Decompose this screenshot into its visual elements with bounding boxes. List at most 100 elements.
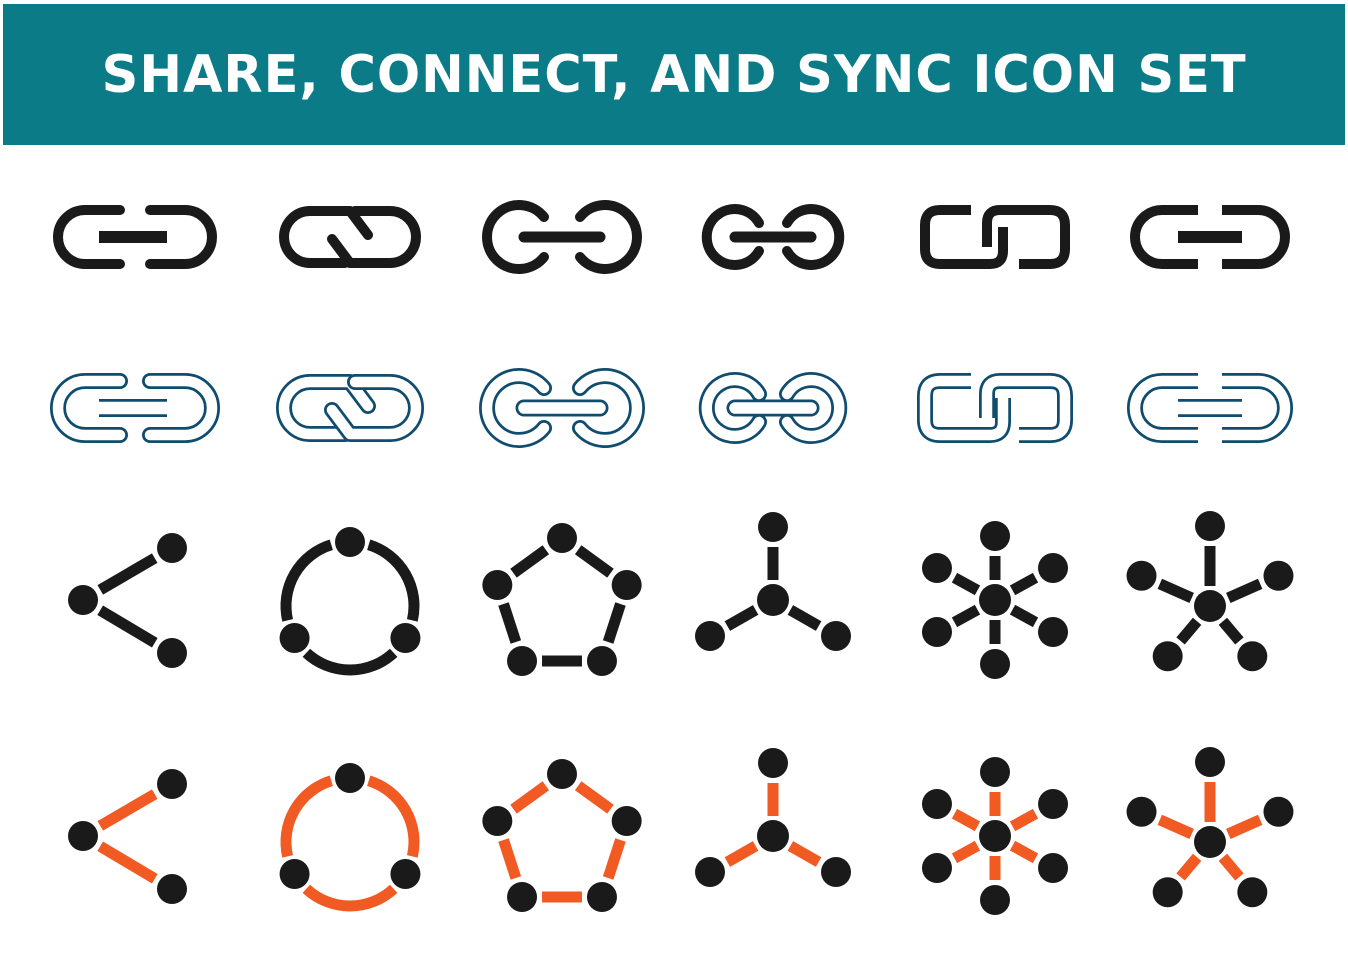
network-node xyxy=(390,623,421,653)
network-edge xyxy=(97,841,158,884)
three-node-cycle-icon-graphic xyxy=(279,763,421,912)
network-node xyxy=(335,763,365,793)
network-node xyxy=(695,857,725,887)
network-node xyxy=(757,820,789,852)
network-edge xyxy=(602,602,626,644)
link-square-interlock-outline-icon-graphic xyxy=(917,373,1073,443)
network-edge xyxy=(724,605,759,631)
network-edge xyxy=(1176,853,1202,881)
network-edge xyxy=(1157,814,1194,839)
network-node xyxy=(1263,560,1294,591)
banner-title: SHARE, CONNECT, AND SYNC ICON SET xyxy=(101,44,1247,105)
network-node xyxy=(1152,877,1183,908)
network-node xyxy=(547,523,577,553)
network-edge xyxy=(1226,578,1263,603)
link-round-bar-outline-icon-graphic xyxy=(479,368,645,448)
network-edge xyxy=(498,838,522,880)
network-node xyxy=(821,621,851,651)
link-bar-icon-graphic xyxy=(53,205,217,269)
network-edge xyxy=(1226,814,1263,839)
network-node xyxy=(547,759,577,789)
network-node xyxy=(979,584,1011,616)
network-node xyxy=(921,617,952,647)
link-square-bar-icon xyxy=(1120,152,1300,322)
network-node xyxy=(921,553,952,583)
network-node xyxy=(68,821,98,851)
network-node xyxy=(1194,826,1226,858)
pentagon-network-icon-graphic xyxy=(482,523,642,677)
link-circle-bar-icon-graphic xyxy=(701,204,845,270)
network-node xyxy=(758,748,788,778)
network-edge xyxy=(302,648,398,676)
network-edge xyxy=(1218,853,1244,881)
network-edge xyxy=(787,605,822,631)
network-edge xyxy=(366,539,420,622)
network-node xyxy=(1194,590,1226,622)
network-node xyxy=(482,569,513,600)
network-edge xyxy=(951,572,981,596)
network-node xyxy=(921,853,952,883)
link-square-interlock-icon-graphic xyxy=(920,205,1070,269)
network-edge xyxy=(510,545,550,578)
network-node xyxy=(68,585,98,615)
network-edge xyxy=(1218,617,1244,645)
six-branch-hub-icon xyxy=(905,751,1085,921)
network-edge xyxy=(97,789,158,831)
share-icon xyxy=(45,751,225,921)
network-node xyxy=(1195,511,1225,541)
six-branch-hub-icon-graphic xyxy=(921,521,1069,679)
share-icon-graphic xyxy=(68,769,187,904)
six-branch-hub-icon-graphic xyxy=(921,757,1069,915)
link-twisted-icon xyxy=(260,152,440,322)
network-node xyxy=(1195,747,1225,777)
network-node xyxy=(157,533,187,563)
share-icon-graphic xyxy=(68,533,187,668)
network-edge xyxy=(1176,617,1202,645)
network-node xyxy=(921,789,952,819)
network-edge xyxy=(724,841,759,867)
network-node xyxy=(1126,796,1157,827)
network-node xyxy=(979,820,1011,852)
network-node xyxy=(1237,641,1268,672)
network-node xyxy=(695,621,725,651)
network-edge xyxy=(97,553,158,595)
network-edge xyxy=(1009,604,1039,628)
network-edge xyxy=(1009,572,1039,596)
link-circle-bar-outline-icon xyxy=(683,323,863,493)
network-node xyxy=(507,882,538,913)
network-edge xyxy=(280,539,334,622)
network-node xyxy=(1237,877,1268,908)
link-bar-outline-icon xyxy=(45,323,225,493)
three-branch-hub-icon xyxy=(683,748,863,921)
network-node xyxy=(335,527,365,557)
title-banner: SHARE, CONNECT, AND SYNC ICON SET xyxy=(3,4,1345,145)
network-node xyxy=(1126,560,1157,591)
three-branch-hub-icon-graphic xyxy=(695,512,851,651)
network-edge xyxy=(951,808,981,832)
network-edge xyxy=(302,884,398,912)
network-edge xyxy=(951,840,981,864)
three-branch-hub-icon xyxy=(683,512,863,685)
network-edge xyxy=(602,838,626,880)
three-node-cycle-icon xyxy=(260,751,440,921)
network-edge xyxy=(787,841,822,867)
network-node xyxy=(980,757,1010,787)
link-circle-bar-icon xyxy=(683,152,863,322)
link-round-bar-icon-graphic xyxy=(482,200,642,274)
link-bar-icon xyxy=(45,152,225,322)
five-branch-hub-icon-graphic xyxy=(1126,511,1294,672)
network-node xyxy=(482,805,513,836)
three-branch-hub-icon-graphic xyxy=(695,748,851,887)
network-node xyxy=(821,857,851,887)
link-twisted-outline-icon xyxy=(260,323,440,493)
link-round-bar-outline-icon xyxy=(472,323,652,493)
three-node-cycle-icon-graphic xyxy=(279,527,421,676)
network-edge xyxy=(574,781,614,814)
pentagon-network-icon-graphic xyxy=(482,759,642,913)
network-node xyxy=(586,646,617,677)
link-square-interlock-icon xyxy=(905,152,1085,322)
network-node xyxy=(157,874,187,904)
link-circle-bar-outline-icon-graphic xyxy=(698,372,848,444)
network-node xyxy=(1263,796,1294,827)
network-node xyxy=(1038,853,1069,883)
